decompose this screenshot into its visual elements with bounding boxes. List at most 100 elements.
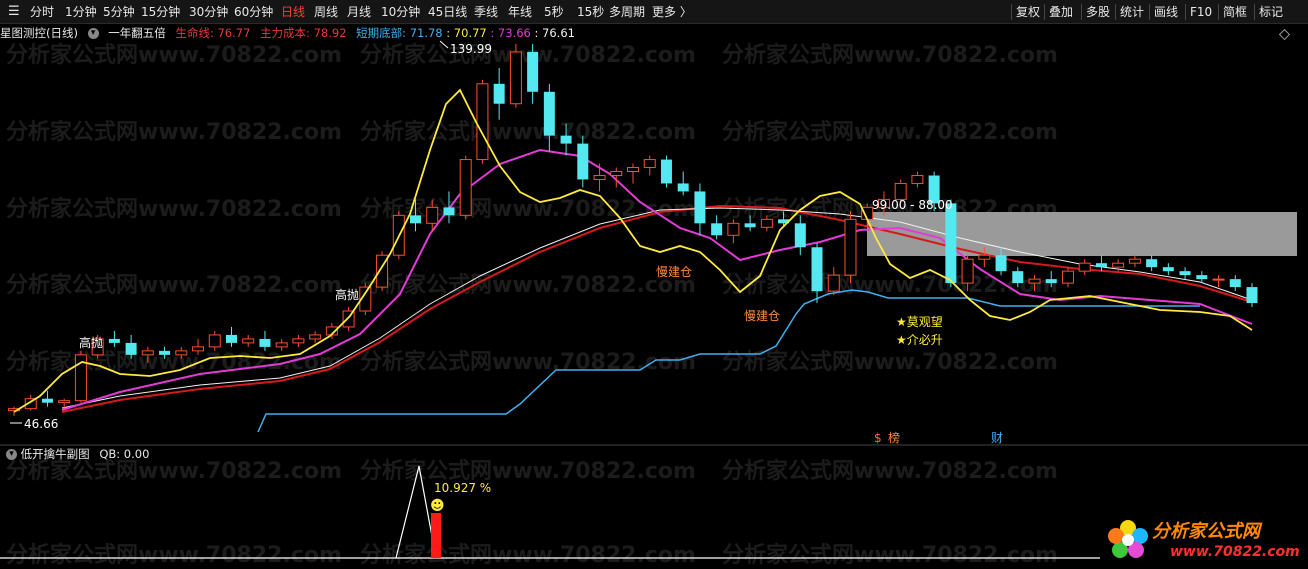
watermark-text: 分析家公式网www.70822.com [360, 458, 696, 484]
candle[interactable] [593, 163, 606, 192]
period-tab[interactable]: 15秒 [577, 0, 604, 24]
range-label: 99.00 - 88.00 [872, 198, 953, 212]
sub-dropdown-icon[interactable]: ▾ [6, 449, 17, 460]
candle-body [309, 334, 322, 340]
toolbar-tool-button[interactable]: 多股 [1086, 0, 1110, 24]
candle[interactable] [711, 215, 723, 240]
candle[interactable] [509, 43, 522, 108]
candle[interactable] [1061, 267, 1074, 288]
candle[interactable] [627, 163, 639, 184]
candle-body [1078, 262, 1091, 272]
candle-body [275, 342, 288, 348]
candle-body [827, 274, 840, 292]
watermark-text: 分析家公式网www.70822.com [360, 272, 696, 298]
candle[interactable] [242, 334, 255, 347]
toolbar-tool-button[interactable]: 简框 [1223, 0, 1247, 24]
period-tab[interactable]: 5分钟 [103, 0, 135, 24]
watermark-text: 分析家公式网www.70822.com [6, 542, 342, 568]
candle[interactable] [1212, 275, 1225, 288]
candle-body [610, 171, 623, 176]
period-tab[interactable]: 45日线 [428, 0, 467, 24]
period-tab[interactable]: 60分钟 [234, 0, 273, 24]
toolbar-tool-button[interactable]: 叠加 [1049, 0, 1073, 24]
watermark-text: 分析家公式网www.70822.com [6, 272, 342, 298]
candle[interactable] [259, 330, 271, 351]
candle[interactable] [1146, 255, 1158, 272]
candle[interactable] [911, 171, 924, 188]
candle-body [58, 400, 71, 404]
period-tab[interactable]: 季线 [474, 0, 498, 24]
candle[interactable] [1246, 283, 1258, 308]
candle[interactable] [827, 267, 840, 296]
period-tab[interactable]: 30分钟 [189, 0, 228, 24]
candle[interactable] [945, 199, 957, 288]
candle-body [593, 174, 606, 180]
period-tab[interactable]: 年线 [508, 0, 532, 24]
candle[interactable] [476, 79, 489, 164]
candle[interactable] [309, 330, 322, 343]
candle[interactable] [1078, 259, 1091, 276]
watermark-layer: 分析家公式网www.70822.com 分析家公式网www.70822.com 分析… [6, 458, 1058, 568]
candle[interactable] [108, 330, 120, 347]
candle-body [242, 338, 255, 344]
sub-title[interactable]: 低开擒牛副图 [21, 447, 90, 461]
candle[interactable] [844, 211, 857, 284]
candle-body [292, 338, 305, 344]
candle[interactable] [493, 67, 505, 120]
toolbar-tool-button[interactable]: 标记 [1259, 0, 1283, 24]
candle-body [1045, 279, 1057, 284]
signal-bar [431, 513, 441, 558]
candle[interactable] [376, 251, 389, 292]
candle[interactable] [694, 183, 706, 236]
candle[interactable] [208, 330, 221, 351]
toolbar-tool-button[interactable]: 画线 [1154, 0, 1178, 24]
candle[interactable] [225, 326, 237, 347]
candle[interactable] [643, 155, 656, 176]
candle[interactable] [1229, 275, 1241, 292]
toolbar-tool-button[interactable]: 统计 [1120, 0, 1144, 24]
period-tab[interactable]: 15分钟 [141, 0, 180, 24]
candlestick-chart[interactable]: 分析家公式网www.70822.com 分析家公式网www.70822.com 分析… [0, 24, 1308, 444]
brand-url: www.70822.com [1170, 544, 1300, 560]
jiebisheng-label: ★介必升 [896, 333, 943, 347]
candle-body [1028, 278, 1041, 284]
candle[interactable] [342, 307, 355, 331]
candle[interactable] [1095, 255, 1107, 272]
menu-icon[interactable]: ☰ [8, 0, 20, 24]
candle[interactable] [1179, 267, 1191, 280]
period-tab[interactable]: 更多 〉 [652, 0, 692, 24]
candle-body [1162, 267, 1174, 272]
candle[interactable] [1128, 255, 1141, 268]
event-tag-cai: 财 [991, 431, 1003, 444]
period-tab[interactable]: 多周期 [609, 0, 645, 24]
period-tab[interactable]: 周线 [314, 0, 338, 24]
candle-body [794, 223, 806, 248]
candle[interactable] [727, 219, 740, 244]
candle[interactable] [1162, 263, 1174, 276]
candle[interactable] [459, 155, 472, 220]
candle[interactable] [74, 350, 87, 403]
candle[interactable] [677, 171, 689, 196]
period-tab[interactable]: 月线 [347, 0, 371, 24]
period-tab[interactable]: 1分钟 [65, 0, 97, 24]
toolbar-tool-button[interactable]: 复权 [1016, 0, 1040, 24]
period-tab[interactable]: 10分钟 [381, 0, 420, 24]
period-tab[interactable]: 日线 [281, 0, 305, 24]
candle-body [1128, 258, 1141, 264]
candle-body [1095, 263, 1107, 268]
candle-body [543, 91, 555, 136]
low-price-label: 46.66 [24, 417, 58, 431]
candle[interactable] [527, 44, 539, 104]
toolbar-tool-button[interactable]: F10 [1190, 0, 1212, 24]
panel-collapse-icon[interactable] [1278, 28, 1291, 41]
candle-body [677, 183, 689, 192]
period-tab[interactable]: 5秒 [544, 0, 564, 24]
jiancang-label: 慢建仓 [656, 265, 692, 279]
candle[interactable] [660, 155, 672, 188]
candle[interactable] [292, 334, 305, 347]
candle-body [125, 342, 137, 355]
signal-percent: 10.927 % [434, 481, 491, 495]
period-tab[interactable]: 分时 [30, 0, 54, 24]
watermark-text: 分析家公式网www.70822.com [722, 119, 1058, 145]
flower-icon [1108, 520, 1148, 558]
